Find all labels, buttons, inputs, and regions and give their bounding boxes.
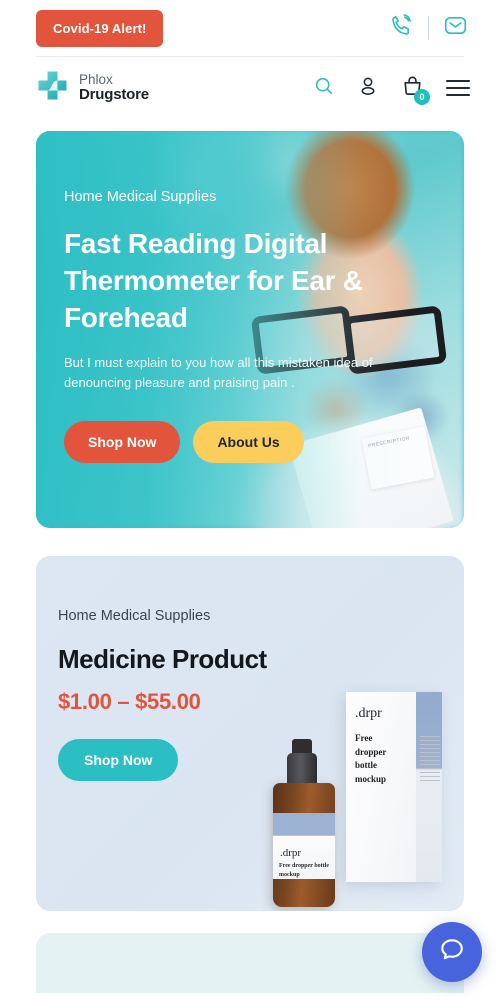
- medical-cross-logo: [36, 69, 69, 107]
- menu-line: [446, 94, 470, 96]
- brand-name-top: Phlox: [79, 72, 113, 88]
- menu-line: [446, 80, 470, 82]
- brand-logo-link[interactable]: Phlox Drugstore: [36, 69, 149, 107]
- header-nav-icons: 0: [313, 74, 470, 105]
- product-promo-card[interactable]: Home Medical Supplies Medicine Product $…: [36, 556, 464, 911]
- top-bar-contact-icons: [389, 13, 468, 43]
- product-shop-now-button[interactable]: Shop Now: [58, 739, 179, 781]
- product-title: Medicine Product: [58, 644, 267, 674]
- chat-bubble-icon: [437, 935, 467, 970]
- phone-call-icon[interactable]: [389, 13, 414, 43]
- hero-banner[interactable]: PRESCRIPTION Home Medical Supplies Fast …: [36, 131, 464, 528]
- bottle-brand-label: .drpr: [280, 847, 302, 859]
- cart-count-badge: 0: [414, 89, 430, 105]
- product-card-content: Home Medical Supplies Medicine Product $…: [36, 556, 464, 781]
- hero-button-group: Shop Now About Us: [64, 420, 464, 463]
- chat-widget-button[interactable]: [422, 922, 482, 982]
- search-icon[interactable]: [313, 75, 335, 102]
- next-section-card: [36, 933, 464, 993]
- product-kicker: Home Medical Supplies: [58, 608, 211, 624]
- product-price: $1.00 – $55.00: [58, 689, 201, 714]
- brand-text: Phlox Drugstore: [79, 72, 149, 104]
- user-account-icon[interactable]: [357, 75, 379, 102]
- bottle-description-text: Free dropper bottle mockup: [279, 863, 329, 878]
- hero-about-us-button[interactable]: About Us: [193, 420, 304, 463]
- hero-paragraph: But I must explain to you how all this m…: [64, 354, 373, 390]
- hamburger-menu-icon[interactable]: [446, 80, 470, 96]
- top-bar-divider: [428, 16, 429, 40]
- hero-content: Home Medical Supplies Fast Reading Digit…: [36, 131, 464, 463]
- site-header: Phlox Drugstore 0: [0, 57, 500, 119]
- shopping-bag-icon[interactable]: 0: [401, 74, 430, 105]
- hero-kicker: Home Medical Supplies: [64, 189, 217, 205]
- menu-line: [446, 87, 470, 89]
- hero-heading: Fast Reading Digital Thermometer for Ear…: [64, 228, 363, 334]
- top-bar: Covid-19 Alert!: [0, 0, 500, 56]
- envelope-icon[interactable]: [443, 13, 468, 43]
- hero-shop-now-button[interactable]: Shop Now: [64, 420, 181, 463]
- bottle-label: .drpr Free dropper bottle mockup: [273, 813, 335, 879]
- covid-alert-button[interactable]: Covid-19 Alert!: [36, 9, 164, 47]
- brand-name-bottom: Drugstore: [79, 86, 149, 104]
